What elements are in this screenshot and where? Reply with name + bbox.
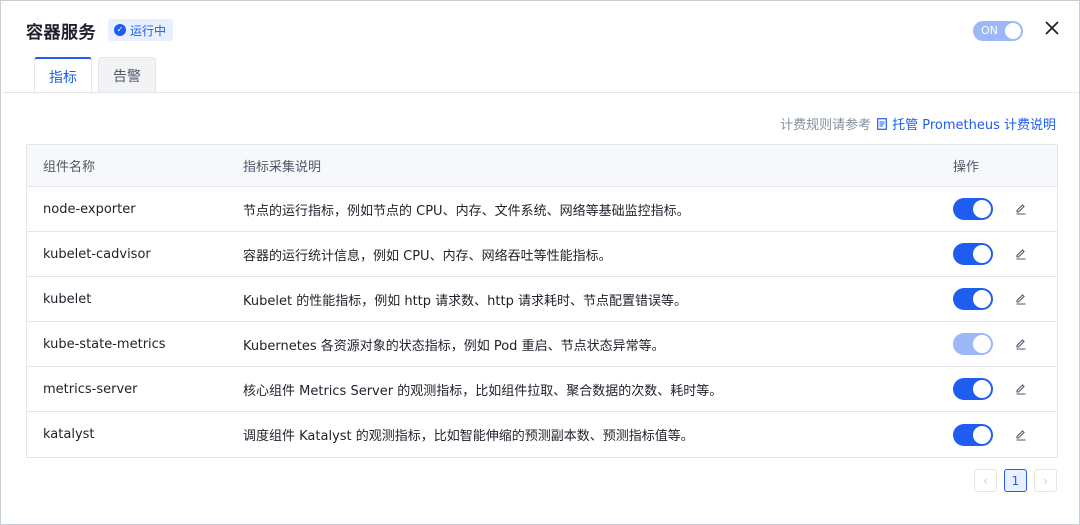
pagination: ‹ 1 › <box>974 469 1064 492</box>
component-name: kubelet-cadvisor <box>43 246 151 262</box>
component-description: 容器的运行统计信息，例如 CPU、内存、网络吞吐等性能指标。 <box>243 248 612 264</box>
table-header: 组件名称 指标采集说明 操作 <box>27 145 1057 187</box>
row-actions <box>937 333 1057 355</box>
check-circle-icon: ✓ <box>114 24 126 36</box>
component-name: kube-state-metrics <box>43 336 166 352</box>
billing-text: 计费规则请参考 <box>780 118 872 133</box>
component-description: 调度组件 Katalyst 的观测指标，比如智能伸缩的预测副本数、预测指标值等。 <box>243 429 694 444</box>
billing-link[interactable]: 托管 Prometheus 计费说明 <box>877 114 1056 133</box>
component-description: 核心组件 Metrics Server 的观测指标，比如组件拉取、聚合数据的次数… <box>243 383 723 399</box>
toggle-label: ON <box>981 24 998 37</box>
pencil-icon[interactable] <box>1014 382 1028 396</box>
enable-switch[interactable] <box>953 198 993 220</box>
billing-link-text: 托管 Prometheus 计费说明 <box>892 118 1056 133</box>
column-header-actions: 操作 <box>953 160 980 175</box>
prev-page-button[interactable]: ‹ <box>974 469 997 492</box>
document-icon <box>877 117 887 130</box>
pencil-icon[interactable] <box>1014 247 1028 261</box>
status-text: 运行中 <box>130 23 167 38</box>
component-name: katalyst <box>43 427 95 442</box>
table-row: node-exporter 节点的运行指标，例如节点的 CPU、内存、文件系统、… <box>27 187 1057 232</box>
tab-bar: 指标 告警 <box>34 57 162 94</box>
pencil-icon[interactable] <box>1014 292 1028 306</box>
pencil-icon[interactable] <box>1014 337 1028 351</box>
component-description: 节点的运行指标，例如节点的 CPU、内存、文件系统、网络等基础监控指标。 <box>243 203 690 219</box>
toggle-knob <box>1005 23 1021 39</box>
enable-switch[interactable] <box>953 288 993 310</box>
row-actions <box>937 378 1057 400</box>
table-row: kubelet Kubelet 的性能指标，例如 http 请求数、http 请… <box>27 277 1057 322</box>
row-actions <box>937 243 1057 265</box>
billing-note: 计费规则请参考 托管 Prometheus 计费说明 <box>780 114 1056 133</box>
component-name: kubelet <box>43 291 92 307</box>
dialog-title: 容器服务 <box>26 22 96 43</box>
column-header-name: 组件名称 <box>43 160 96 175</box>
close-icon[interactable] <box>1041 17 1063 39</box>
tab-alerts[interactable]: 告警 <box>98 57 156 93</box>
tab-metrics[interactable]: 指标 <box>34 57 92 94</box>
tab-divider <box>3 92 1079 93</box>
component-name: node-exporter <box>43 201 136 217</box>
status-badge: ✓ 运行中 <box>108 19 174 41</box>
pencil-icon[interactable] <box>1014 428 1028 442</box>
row-actions <box>937 288 1057 310</box>
table-row: kubelet-cadvisor 容器的运行统计信息，例如 CPU、内存、网络吞… <box>27 232 1057 277</box>
component-description: Kubernetes 各资源对象的状态指标，例如 Pod 重启、节点状态异常等。 <box>243 338 665 354</box>
component-name: metrics-server <box>43 381 138 397</box>
enable-switch[interactable] <box>953 243 993 265</box>
row-actions <box>937 423 1057 446</box>
row-actions <box>937 198 1057 220</box>
metrics-table: 组件名称 指标采集说明 操作 node-exporter 节点的运行指标，例如节… <box>26 144 1058 458</box>
column-header-description: 指标采集说明 <box>243 160 322 175</box>
enable-switch[interactable] <box>953 378 993 400</box>
enable-switch[interactable] <box>953 423 993 446</box>
table-row: metrics-server 核心组件 Metrics Server 的观测指标… <box>27 367 1057 412</box>
table-row: katalyst 调度组件 Katalyst 的观测指标，比如智能伸缩的预测副本… <box>27 412 1057 457</box>
pencil-icon[interactable] <box>1014 202 1028 216</box>
service-toggle[interactable]: ON <box>973 21 1023 41</box>
next-page-button[interactable]: › <box>1034 469 1057 492</box>
table-row: kube-state-metrics Kubernetes 各资源对象的状态指标… <box>27 322 1057 367</box>
page-button-current[interactable]: 1 <box>1004 469 1027 492</box>
dialog-header: 容器服务 ✓ 运行中 <box>26 17 174 43</box>
dialog-frame: 容器服务 ✓ 运行中 ON 指标 告警 计费规则请参考 托管 Prometheu… <box>0 0 1080 525</box>
enable-switch-disabled <box>953 333 993 355</box>
component-description: Kubelet 的性能指标，例如 http 请求数、http 请求耗时、节点配置… <box>243 293 687 309</box>
